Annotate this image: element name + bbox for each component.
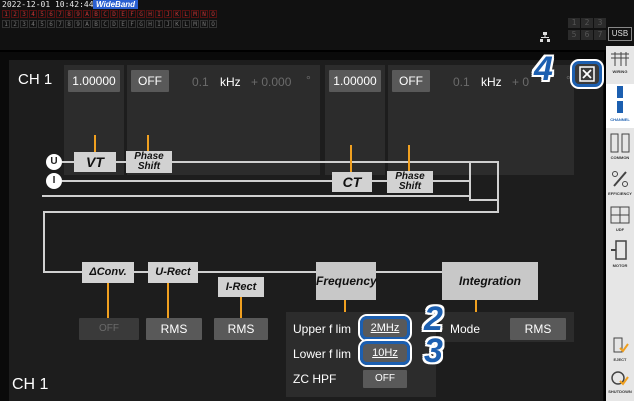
sidebar-label: CHANNEL bbox=[610, 117, 630, 122]
sidebar-label: UDF bbox=[615, 227, 625, 232]
wiring-icon bbox=[611, 52, 629, 66]
sidebar-item-common[interactable]: COMMON bbox=[606, 132, 634, 164]
zc-hpf-button[interactable]: OFF bbox=[363, 370, 407, 388]
callout-number: 3 bbox=[424, 332, 443, 370]
voltage-input-icon: U bbox=[46, 154, 62, 170]
current-phase-shift-block: Phase Shift bbox=[387, 171, 433, 193]
upper-limit-highlight bbox=[360, 316, 410, 340]
integration-mode-label: Mode bbox=[450, 322, 481, 336]
sidebar-item-shutdown[interactable]: SHUTDOWN bbox=[606, 368, 634, 398]
sidebar-label: SHUTDOWN bbox=[608, 389, 632, 394]
close-button[interactable] bbox=[572, 61, 602, 87]
usb-indicator: USB bbox=[608, 27, 632, 41]
integration-block: Integration bbox=[442, 262, 538, 300]
callout-number: 4 bbox=[534, 50, 553, 88]
delta-conv-button[interactable]: OFF bbox=[79, 318, 139, 340]
u-rect-block: U-Rect bbox=[148, 262, 198, 283]
efficiency-icon bbox=[612, 171, 628, 187]
sidebar-item-wiring[interactable]: WIRING bbox=[606, 50, 634, 80]
close-icon bbox=[579, 66, 595, 82]
sidebar-label: COMMON bbox=[610, 155, 630, 160]
lower-freq-limit-label: Lower f lim bbox=[293, 347, 352, 361]
sidebar-label: WIRING bbox=[612, 69, 628, 74]
sidebar-label: EJECT bbox=[613, 357, 627, 362]
vt-block: VT bbox=[74, 152, 116, 172]
channel-icon bbox=[617, 86, 623, 113]
frequency-block: Frequency bbox=[316, 262, 377, 300]
sidebar-label: MOTOR bbox=[612, 263, 628, 268]
u-rect-button[interactable]: RMS bbox=[146, 318, 202, 340]
sidebar-item-eject[interactable]: EJECT bbox=[606, 336, 634, 364]
zc-hpf-label: ZC HPF bbox=[293, 372, 337, 386]
sidebar-item-motor[interactable]: MOTOR bbox=[606, 238, 634, 272]
channel-footer-title: CH 1 bbox=[12, 376, 49, 393]
common-icon bbox=[610, 133, 630, 153]
integration-mode-button[interactable]: RMS bbox=[510, 318, 566, 340]
shutdown-icon bbox=[611, 371, 629, 386]
current-input-icon: I bbox=[46, 173, 62, 189]
ct-block: CT bbox=[332, 172, 372, 192]
motor-icon bbox=[611, 240, 627, 260]
i-rect-block: I-Rect bbox=[218, 277, 264, 297]
i-rect-button[interactable]: RMS bbox=[214, 318, 268, 340]
voltage-phase-shift-block: Phase Shift bbox=[126, 151, 172, 173]
sidebar-item-efficiency[interactable]: EFFICIENCY bbox=[606, 168, 634, 200]
lower-limit-highlight bbox=[360, 341, 410, 365]
upper-freq-limit-label: Upper f lim bbox=[293, 322, 352, 336]
sidebar-label: EFFICIENCY bbox=[608, 191, 632, 196]
eject-icon bbox=[613, 337, 629, 353]
sidebar-item-udf[interactable]: UDF bbox=[606, 204, 634, 234]
delta-conversion-block: ΔConv. bbox=[82, 262, 134, 283]
udf-icon bbox=[610, 206, 630, 224]
sidebar-item-channel[interactable]: CHANNEL bbox=[606, 84, 634, 128]
right-sidebar: WIRING CHANNEL COMMON EFFICIENCY UDF MOT… bbox=[606, 46, 634, 401]
